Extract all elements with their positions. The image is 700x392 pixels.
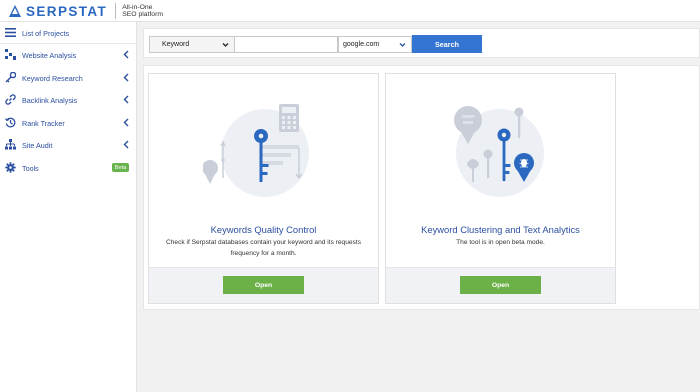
- sidebar-item-label: List of Projects: [22, 28, 70, 38]
- bubble-text: 9000: [463, 120, 474, 125]
- gear-icon: [5, 162, 16, 173]
- tagline-line-1: All-in-One: [122, 3, 153, 11]
- sidebar-item-label: Backlink Analysis: [22, 95, 78, 105]
- sidebar: List of Projects Website Analysis Keywor…: [0, 22, 137, 392]
- tool-card-keywords-quality-control: Keywords Quality Control Check if Serpst…: [148, 73, 379, 304]
- sidebar-item-label: Keyword Research: [22, 73, 83, 83]
- tagline-line-2: SEO platform: [122, 11, 164, 18]
- logo-tagline: All-in-One SEO platform: [122, 4, 163, 19]
- serpstat-logo[interactable]: SERPSTAT All-in-One SEO platform: [8, 2, 163, 20]
- search-database-select[interactable]: google.com: [338, 36, 412, 53]
- logo-divider: [115, 3, 117, 19]
- chevron-left-icon[interactable]: [122, 140, 130, 149]
- search-bar: Keyword google.com Search: [143, 28, 700, 58]
- open-button[interactable]: Open: [460, 276, 541, 294]
- keyword-clustering-illustration: OVER 9000: [454, 106, 544, 197]
- sidebar-item-label: Site Audit: [22, 140, 53, 150]
- search-database-value: google.com: [343, 41, 380, 48]
- sidebar-item-website-analysis[interactable]: Website Analysis: [0, 44, 137, 66]
- logo-text: SERPSTAT: [26, 3, 108, 19]
- chevron-down-icon: [222, 43, 229, 47]
- sidebar-item-label: Rank Tracker: [22, 118, 65, 128]
- chevron-left-icon[interactable]: [122, 118, 130, 127]
- card-description: Check if Serpstat databases contain your…: [166, 239, 361, 257]
- logo-icon: [9, 5, 21, 17]
- card-description: The tool is in open beta mode.: [456, 239, 545, 246]
- bubble-text: OVER: [461, 114, 475, 119]
- sitemap-icon: [5, 139, 16, 150]
- sidebar-item-keyword-research[interactable]: Keyword Research: [0, 67, 137, 89]
- card-footer: Open: [149, 267, 378, 303]
- search-type-select[interactable]: Keyword: [149, 36, 235, 53]
- history-icon: [5, 117, 16, 128]
- beta-badge: Beta: [112, 163, 129, 172]
- website-analysis-icon: [5, 49, 16, 60]
- card-title: Keyword Clustering and Text Analytics: [421, 224, 580, 235]
- tool-card-keyword-clustering: OVER 9000 Keyword Clustering and Text An…: [385, 73, 616, 304]
- list-icon: [5, 28, 16, 37]
- sidebar-item-label: Website Analysis: [22, 50, 77, 60]
- key-icon: [5, 72, 16, 83]
- top-header: SERPSTAT All-in-One SEO platform: [0, 0, 700, 22]
- sidebar-item-label: Tools: [22, 163, 39, 173]
- sidebar-item-backlink-analysis[interactable]: Backlink Analysis: [0, 89, 137, 111]
- search-type-value: Keyword: [162, 41, 190, 48]
- keywords-quality-illustration: [203, 104, 309, 197]
- sidebar-item-list-of-projects[interactable]: List of Projects: [0, 22, 137, 44]
- link-icon: [5, 94, 16, 105]
- sidebar-item-tools[interactable]: Tools Beta: [0, 157, 137, 179]
- card-footer: Open: [386, 267, 615, 303]
- chevron-left-icon[interactable]: [122, 73, 130, 82]
- open-button[interactable]: Open: [223, 276, 304, 294]
- chevron-left-icon[interactable]: [122, 50, 130, 59]
- card-title: Keywords Quality Control: [210, 224, 317, 235]
- search-input[interactable]: [235, 36, 338, 53]
- chevron-left-icon[interactable]: [122, 95, 130, 104]
- search-button[interactable]: Search: [412, 35, 482, 53]
- tools-panel: Keywords Quality Control Check if Serpst…: [143, 65, 700, 310]
- sidebar-item-site-audit[interactable]: Site Audit: [0, 134, 137, 156]
- chevron-down-icon: [399, 43, 406, 47]
- sidebar-item-rank-tracker[interactable]: Rank Tracker: [0, 112, 137, 134]
